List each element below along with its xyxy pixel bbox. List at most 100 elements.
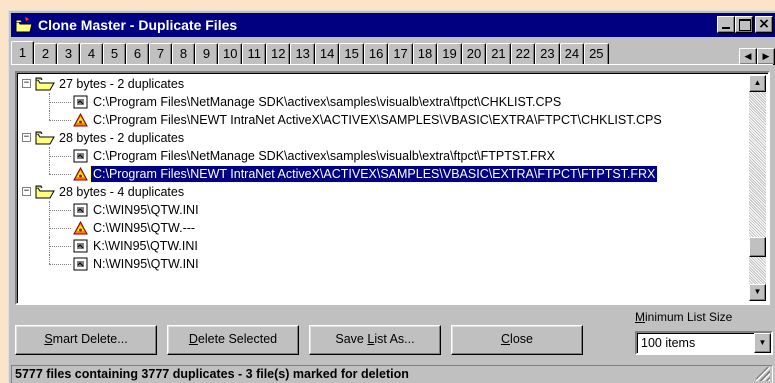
document-icon [73, 149, 88, 163]
group-label: 27 bytes - 2 duplicates [59, 77, 185, 91]
file-path: K:\WIN95\QTW.INI [93, 239, 198, 253]
tab-11[interactable]: 11 [242, 43, 266, 65]
tab-14[interactable]: 14 [314, 43, 340, 65]
document-icon [73, 257, 88, 271]
tree-branch [49, 120, 71, 121]
duplicate-group[interactable]: − 28 bytes - 4 duplicates [19, 183, 748, 201]
close-accel: C [501, 332, 511, 346]
chevron-down-icon[interactable]: ▼ [754, 333, 771, 353]
file-row[interactable]: C:\Program Files\NetManage SDK\activex\s… [19, 147, 748, 165]
status-bar: 5777 files containing 3777 duplicates - … [11, 365, 773, 383]
tree-branch [49, 264, 71, 265]
tree-branch [49, 156, 71, 157]
tree-line [49, 255, 50, 264]
tab-5[interactable]: 5 [103, 43, 126, 65]
collapse-icon[interactable]: − [22, 133, 31, 142]
duplicate-group[interactable]: − 28 bytes - 2 duplicates [19, 129, 748, 147]
scroll-down-button[interactable]: ▼ [749, 284, 766, 301]
tab-22[interactable]: 22 [510, 43, 536, 65]
tree-branch [49, 210, 71, 211]
collapse-icon[interactable]: − [22, 79, 31, 88]
file-path: N:\WIN95\QTW.INI [93, 257, 199, 271]
close-window-button[interactable]: × [755, 16, 773, 33]
file-row[interactable]: N:\WIN95\QTW.INI [19, 255, 748, 273]
tab-17[interactable]: 17 [388, 43, 413, 65]
document-icon [73, 203, 88, 217]
resize-grip-icon[interactable] [756, 367, 770, 381]
maximize-button[interactable] [735, 16, 753, 33]
open-folder-icon [35, 185, 55, 199]
title-bar[interactable]: Clone Master - Duplicate Files × [11, 13, 775, 37]
tab-16[interactable]: 16 [363, 43, 389, 65]
tree-line [49, 165, 50, 174]
scroll-up-button[interactable]: ▲ [749, 75, 766, 92]
min-size-caption: inimum List Size [645, 310, 733, 324]
minimum-list-size: Minimum List Size 100 items ▼ [625, 310, 773, 355]
tab-10[interactable]: 10 [218, 43, 243, 65]
tab-7[interactable]: 7 [149, 43, 172, 65]
window-title: Clone Master - Duplicate Files [38, 17, 238, 33]
collapse-icon[interactable]: − [22, 187, 31, 196]
file-row[interactable]: C:\WIN95\QTW.INI [19, 201, 748, 219]
tab-panel-edge [11, 64, 773, 66]
tab-15[interactable]: 15 [339, 43, 364, 65]
file-row[interactable]: C:\Program Files\NetManage SDK\activex\s… [19, 93, 748, 111]
close-button[interactable]: Close [451, 325, 583, 355]
marked-delete-icon [73, 112, 88, 127]
min-size-accel: M [635, 310, 645, 324]
tab-8[interactable]: 8 [172, 43, 195, 65]
tree-rows: − 27 bytes - 2 duplicates C:\Program Files… [19, 75, 748, 273]
tab-1[interactable]: 1 [11, 41, 34, 65]
tab-3[interactable]: 3 [57, 43, 80, 65]
open-folder-icon [35, 77, 55, 91]
save-list-pre: Save [335, 332, 368, 346]
marked-delete-icon [73, 166, 88, 181]
tree-branch [49, 228, 71, 229]
tab-4[interactable]: 4 [80, 43, 103, 65]
tab-12[interactable]: 12 [265, 43, 291, 65]
app-window: Clone Master - Duplicate Files × 1234567… [8, 10, 775, 383]
title-buttons: × [717, 16, 773, 33]
min-size-value: 100 items [641, 336, 696, 350]
delete-selected-button[interactable]: Delete Selected [167, 325, 299, 355]
tab-21[interactable]: 21 [486, 43, 511, 65]
delete-selected-accel: D [188, 332, 198, 346]
tab-23[interactable]: 23 [535, 43, 560, 65]
file-row[interactable]: C:\Program Files\NEWT IntraNet ActiveX\A… [19, 111, 748, 129]
app-folder-icon [14, 15, 34, 35]
marked-delete-icon [73, 220, 88, 235]
tab-13[interactable]: 13 [290, 43, 315, 65]
smart-delete-button[interactable]: Smart Delete... [15, 325, 157, 355]
tab-9[interactable]: 9 [195, 43, 218, 65]
document-icon [73, 95, 88, 109]
file-row[interactable]: C:\WIN95\QTW.--- [19, 219, 748, 237]
tab-19[interactable]: 19 [437, 43, 462, 65]
group-label: 28 bytes - 2 duplicates [59, 131, 185, 145]
minimum-list-size-select[interactable]: 100 items ▼ [635, 331, 773, 355]
tab-20[interactable]: 20 [461, 43, 487, 65]
smart-delete-accel: S [44, 332, 53, 346]
open-folder-icon [35, 131, 55, 145]
duplicate-group[interactable]: − 27 bytes - 2 duplicates [19, 75, 748, 93]
tab-25[interactable]: 25 [584, 43, 609, 65]
file-path: C:\Program Files\NEWT IntraNet ActiveX\A… [89, 165, 659, 183]
file-row[interactable]: K:\WIN95\QTW.INI [19, 237, 748, 255]
status-text: 5777 files containing 3777 duplicates - … [15, 367, 409, 381]
tab-scroll-left-button[interactable]: ◀ [739, 48, 757, 65]
document-icon [73, 239, 88, 253]
scroll-thumb[interactable] [749, 237, 766, 257]
tab-18[interactable]: 18 [412, 43, 438, 65]
group-label: 28 bytes - 4 duplicates [59, 185, 185, 199]
minimize-button[interactable] [717, 16, 735, 33]
duplicate-tree[interactable]: − 27 bytes - 2 duplicates C:\Program Files… [15, 71, 770, 305]
tab-2[interactable]: 2 [34, 43, 57, 65]
tab-6[interactable]: 6 [126, 43, 149, 65]
file-path: C:\WIN95\QTW.INI [93, 203, 199, 217]
tree-branch [49, 246, 71, 247]
save-list-as-button[interactable]: Save List As... [309, 325, 441, 355]
file-row[interactable]: C:\Program Files\NEWT IntraNet ActiveX\A… [19, 165, 748, 183]
tab-scroll-right-button[interactable]: ▶ [757, 48, 775, 65]
tab-24[interactable]: 24 [559, 43, 585, 65]
vertical-scrollbar[interactable]: ▲ ▼ [749, 75, 766, 301]
tree-branch [49, 102, 71, 103]
